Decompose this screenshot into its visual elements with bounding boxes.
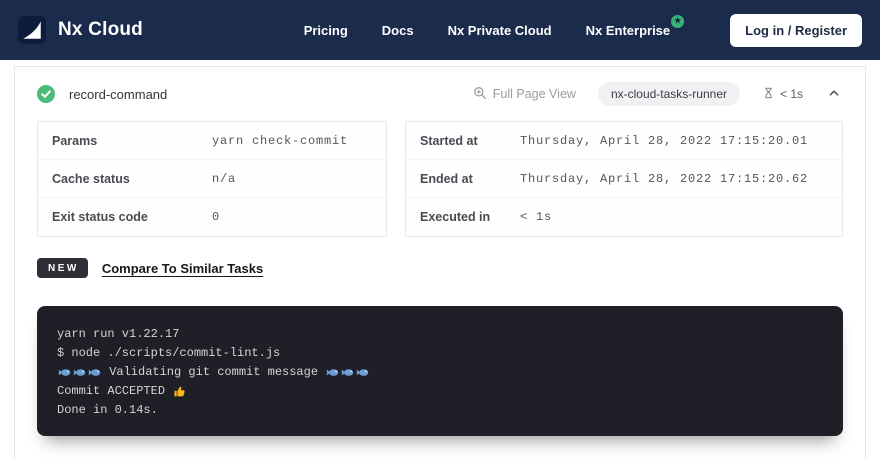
row-value: n/a [212,172,236,186]
nav-link-private-cloud[interactable]: Nx Private Cloud [448,23,552,38]
brand-name: Nx Cloud [58,19,143,41]
fish-emoji [326,367,339,378]
row-value: Thursday, April 28, 2022 17:15:20.62 [520,172,808,186]
task-header-controls: Full Page View nx-cloud-tasks-runner < 1… [473,82,843,106]
chevron-up-icon [827,86,841,103]
fish-emoji [73,367,86,378]
task-card: record-command Full Page View nx-cloud-t… [14,66,866,458]
nav-link-enterprise-label: Nx Enterprise [586,23,671,38]
row-label: Ended at [420,172,520,186]
terminal-output: yarn run v1.22.17$ node ./scripts/commit… [37,306,843,436]
collapse-button[interactable] [825,84,843,105]
row-label: Params [52,134,212,148]
terminal-line: $ node ./scripts/commit-lint.js [57,344,823,363]
nav-link-docs[interactable]: Docs [382,23,414,38]
task-duration-value: < 1s [780,87,803,101]
fish-emoji [58,367,71,378]
full-page-view-link[interactable]: Full Page View [473,86,576,103]
table-row: Cache status n/a [38,160,386,198]
table-row: Exit status code 0 [38,198,386,236]
success-check-icon [37,85,55,103]
nav-links: Pricing Docs Nx Private Cloud Nx Enterpr… [304,14,862,47]
fish-emoji [88,367,101,378]
compare-row: NEW Compare To Similar Tasks [15,237,865,293]
new-badge: NEW [37,258,88,278]
table-row: Started at Thursday, April 28, 2022 17:1… [406,122,842,160]
nx-cloud-logo-icon [18,16,46,44]
row-value: 0 [212,210,220,224]
navbar: Nx Cloud Pricing Docs Nx Private Cloud N… [0,0,880,60]
terminal-line: Done in 0.14s. [57,401,823,420]
fish-emoji [356,367,369,378]
row-value: < 1s [520,210,552,224]
fish-emoji [341,367,354,378]
full-page-view-label: Full Page View [493,87,576,101]
terminal-line: Validating git commit message [57,363,823,382]
compare-to-similar-tasks-link[interactable]: Compare To Similar Tasks [102,261,263,276]
timing-table: Started at Thursday, April 28, 2022 17:1… [405,121,843,237]
magnifier-plus-icon [473,86,487,103]
star-badge-icon: ★ [671,15,684,28]
nav-link-enterprise[interactable]: Nx Enterprise ★ [586,23,671,38]
row-label: Exit status code [52,210,212,224]
row-label: Cache status [52,172,212,186]
row-label: Executed in [420,210,520,224]
params-table: Params yarn check-commit Cache status n/… [37,121,387,237]
login-register-button[interactable]: Log in / Register [730,14,862,47]
task-card-header: record-command Full Page View nx-cloud-t… [15,67,865,119]
thumbs-up-emoji [173,385,186,398]
row-value: Thursday, April 28, 2022 17:15:20.01 [520,134,808,148]
table-row: Params yarn check-commit [38,122,386,160]
table-row: Executed in < 1s [406,198,842,236]
nav-link-pricing[interactable]: Pricing [304,23,348,38]
detail-tables: Params yarn check-commit Cache status n/… [15,119,865,237]
brand[interactable]: Nx Cloud [18,16,143,44]
row-value: yarn check-commit [212,134,348,148]
table-row: Ended at Thursday, April 28, 2022 17:15:… [406,160,842,198]
row-label: Started at [420,134,520,148]
task-name: record-command [69,87,167,102]
terminal-line: Commit ACCEPTED [57,382,823,401]
hourglass-icon [762,86,775,103]
task-duration: < 1s [762,86,803,103]
runner-chip: nx-cloud-tasks-runner [598,82,740,106]
terminal-line: yarn run v1.22.17 [57,325,823,344]
